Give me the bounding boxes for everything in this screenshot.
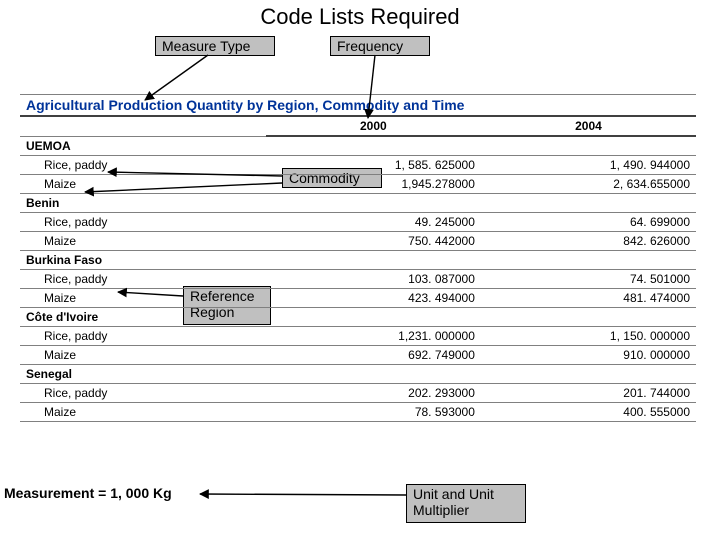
commodity-name: Maize xyxy=(20,289,266,308)
value-2004: 842. 626000 xyxy=(481,232,696,251)
commodity-name: Maize xyxy=(20,346,266,365)
value-2004: 400. 555000 xyxy=(481,403,696,422)
measurement-footnote: Measurement = 1, 000 Kg xyxy=(4,485,172,501)
value-2000: 1,231. 000000 xyxy=(266,327,481,346)
commodity-name: Rice, paddy xyxy=(20,327,266,346)
region-name: Benin xyxy=(20,194,696,213)
year-blank xyxy=(20,116,266,136)
commodity-name: Rice, paddy xyxy=(20,384,266,403)
value-2004: 74. 501000 xyxy=(481,270,696,289)
region-name: Senegal xyxy=(20,365,696,384)
year-col-1: 2004 xyxy=(481,116,696,136)
region-name: Côte d'Ivoire xyxy=(20,308,696,327)
region-name: Burkina Faso xyxy=(20,251,696,270)
annotation-unit-multiplier: Unit and Unit Multiplier xyxy=(406,484,526,523)
value-2004: 201. 744000 xyxy=(481,384,696,403)
commodity-name: Rice, paddy xyxy=(20,156,266,175)
commodity-name: Maize xyxy=(20,232,266,251)
value-2004: 481. 474000 xyxy=(481,289,696,308)
region-name: UEMOA xyxy=(20,136,696,156)
annotation-frequency: Frequency xyxy=(330,36,430,56)
commodity-name: Maize xyxy=(20,175,266,194)
value-2004: 910. 000000 xyxy=(481,346,696,365)
value-2000: 750. 442000 xyxy=(266,232,481,251)
commodity-name: Maize xyxy=(20,403,266,422)
table-title: Agricultural Production Quantity by Regi… xyxy=(20,95,696,117)
value-2000: 692. 749000 xyxy=(266,346,481,365)
page-title: Code Lists Required xyxy=(0,4,720,30)
value-2000: 423. 494000 xyxy=(266,289,481,308)
value-2000: 1, 585. 625000 xyxy=(266,156,481,175)
commodity-name: Rice, paddy xyxy=(20,270,266,289)
value-2004: 64. 699000 xyxy=(481,213,696,232)
value-2004: 1, 150. 000000 xyxy=(481,327,696,346)
value-2000: 1,945.278000 xyxy=(266,175,481,194)
value-2000: 78. 593000 xyxy=(266,403,481,422)
value-2004: 1, 490. 944000 xyxy=(481,156,696,175)
value-2000: 202. 293000 xyxy=(266,384,481,403)
commodity-name: Rice, paddy xyxy=(20,213,266,232)
value-2000: 49. 245000 xyxy=(266,213,481,232)
value-2004: 2, 634.655000 xyxy=(481,175,696,194)
production-table: Agricultural Production Quantity by Regi… xyxy=(20,94,696,422)
annotation-measure-type: Measure Type xyxy=(155,36,275,56)
year-col-0: 2000 xyxy=(266,116,481,136)
value-2000: 103. 087000 xyxy=(266,270,481,289)
